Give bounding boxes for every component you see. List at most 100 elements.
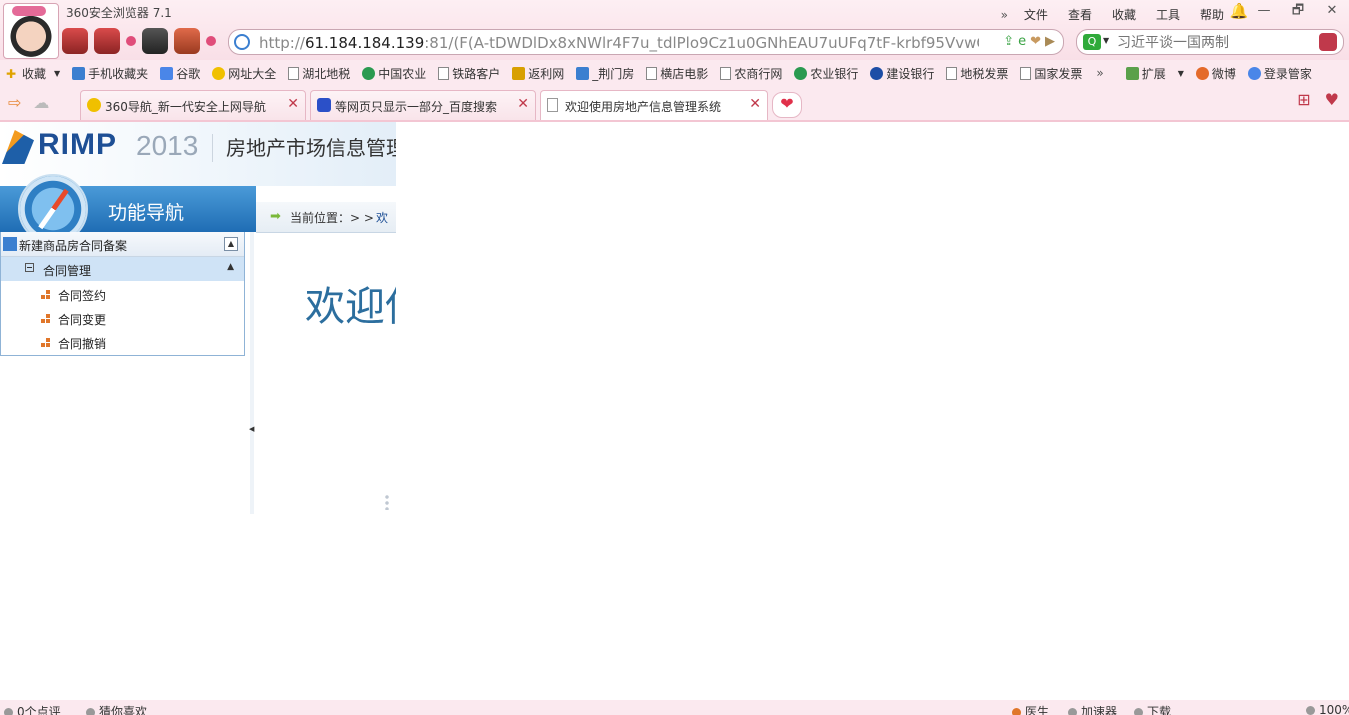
google-icon [160,66,174,80]
add-bookmark-icon[interactable]: ⊞ [1297,90,1310,109]
sidebar-item-contract-management[interactable]: 合同管理 ▲ [1,257,244,281]
fav-ccb[interactable]: 建设银行 [864,65,940,82]
chevron-down-icon: ▼ [54,68,61,78]
fav-rural-bank[interactable]: 农商行网 [714,65,788,82]
breadcrumb-label: 当前位置：> > [290,211,374,225]
chevron-down-icon: ▼ [1177,68,1184,78]
ccb-icon [870,66,884,80]
menu-view[interactable]: 查看 [1058,6,1102,23]
url-text[interactable]: http://61.184.184.139:81/(F(A-tDWDlDx8xN… [259,34,979,52]
minus-box-icon[interactable] [25,263,34,272]
collapse-arrow-icon[interactable]: ▲ [227,262,234,272]
undo-close-icon[interactable]: ♥ [1325,90,1339,109]
tab-close-icon[interactable]: ✕ [517,96,529,112]
fav-360-nav[interactable]: 网址大全 [206,65,282,82]
fav-national-invoice[interactable]: 国家发票 [1014,65,1088,82]
forward-arrow-icon[interactable]: ⇨ [8,93,21,112]
fav-mobile[interactable]: 手机收藏夹 [66,65,154,82]
tab-bar: ⇨ ☁ 360导航_新一代安全上网导航 ✕ 等网页只显示一部分_百度搜索 ✕ 欢… [0,86,1349,122]
restore-button[interactable]: 🗗 [1281,0,1315,24]
tab-360-nav[interactable]: 360导航_新一代安全上网导航 ✕ [80,90,306,120]
address-bar[interactable]: http://61.184.184.139:81/(F(A-tDWDlDx8xN… [228,29,1064,55]
page-icon [438,66,450,80]
weibo-icon [1195,66,1209,80]
sidebar-group-label: 新建商品房合同备案 [19,239,128,253]
browser-menu: » 文件 查看 收藏 工具 帮助 [995,6,1234,23]
movie-icon [142,28,168,54]
engine-dropdown-icon[interactable]: ▼ [1103,36,1109,45]
favorite-heart-icon[interactable]: ❤ [1030,34,1041,49]
user-avatar[interactable] [3,3,59,59]
sidebar-item-contract-cancel[interactable]: 合同撤销 [1,330,244,354]
accelerator-button[interactable]: 加速器 [1068,703,1117,715]
star-add-icon: ✚ [6,66,17,81]
fav-google[interactable]: 谷歌 [154,65,206,82]
doctor-icon [1012,708,1021,715]
download-button[interactable]: 下载 [1134,703,1171,715]
go-arrow-icon[interactable]: ▶ [1045,34,1055,49]
search-engine-icon[interactable]: Q [1083,34,1101,50]
login-manager-button[interactable]: 登录管家 [1242,65,1318,82]
360-icon [87,98,101,112]
fav-hengdian[interactable]: 横店电影 [640,65,714,82]
fav-local-tax-invoice[interactable]: 地税发票 [940,65,1014,82]
cloud-icon[interactable]: ☁ [33,93,49,112]
search-button-icon[interactable] [1319,33,1337,51]
minimize-button[interactable]: — [1247,0,1281,24]
logo-text: RIMP [38,128,117,161]
sidebar-sub-label: 合同管理 [43,264,92,278]
tab-baidu-search[interactable]: 等网页只显示一部分_百度搜索 ✕ [310,90,536,120]
collapse-toggle-icon[interactable]: ▲ [224,237,238,251]
new-tab-heart-button[interactable]: ❤ [772,92,802,118]
close-button[interactable]: ✕ [1315,0,1349,24]
bell-icon[interactable]: 🔔 [1229,2,1249,22]
circle-icon [86,708,95,715]
doctor-button[interactable]: 医生 [1012,703,1049,715]
tab-close-icon[interactable]: ✕ [287,96,299,112]
tab-close-icon[interactable]: ✕ [749,96,761,112]
abc-icon [362,66,376,80]
search-input[interactable] [1115,33,1309,53]
page-icon [646,66,658,80]
browser-title-bar: 360安全浏览器 7.1 » 文件 查看 收藏 工具 帮助 🔔 — 🗗 ✕ ht… [0,0,1349,60]
ie-mode-icon[interactable]: e [1018,34,1026,49]
weibo-button[interactable]: 微博 [1190,65,1242,82]
zoom-level[interactable]: 100% [1306,703,1349,715]
sidebar-item-contract-signing[interactable]: 合同签约 [1,282,244,306]
site-frame: RIMP 2013 房地产市场信息管理系统 功能导航 ➡ 当前位置：> > 欢 … [0,122,396,514]
sidebar-group-contract-filing[interactable]: 新建商品房合同备案 ▲ [1,232,244,257]
comment-icon [4,708,13,715]
nav-title: 功能导航 [108,202,185,224]
guess-you-like[interactable]: 猜你喜欢 [86,703,147,715]
fav-china-agri[interactable]: 中国农业 [356,65,432,82]
menu-favorites[interactable]: 收藏 [1102,6,1146,23]
sidebar-menu: 新建商品房合同备案 ▲ 合同管理 ▲ 合同签约 合同变更 合同撤销 [0,232,245,356]
status-bar: 0个点评 猜你喜欢 医生 加速器 下载 100% [0,700,1349,715]
rocking-horse-icon [94,28,120,54]
fav-jingmen-house[interactable]: _荆门房 [570,65,640,82]
menu-more-chevron[interactable]: » [995,8,1014,22]
arrow-right-icon: ➡ [270,209,281,224]
baidu-paw-icon [317,98,331,112]
menu-file[interactable]: 文件 [1014,6,1058,23]
share-icon[interactable]: ⇪ [1003,34,1014,49]
sidebar-splitter[interactable] [250,232,254,514]
tab-real-estate[interactable]: 欢迎使用房地产信息管理系统 ✕ [540,90,768,120]
fav-abc-bank[interactable]: 农业银行 [788,65,864,82]
fav-hubei-tax[interactable]: 湖北地税 [282,65,356,82]
key-icon [1247,66,1261,80]
page-icon [946,66,958,80]
fav-fanli[interactable]: 返利网 [506,65,570,82]
avatar-bow [12,6,46,16]
menu-tools[interactable]: 工具 [1146,6,1190,23]
fav-railway[interactable]: 铁路客户 [432,65,506,82]
browser-title: 360安全浏览器 7.1 [66,6,172,20]
favorites-more-chevron[interactable]: » [1088,66,1111,80]
resize-grip-icon [384,494,390,510]
extensions-menu[interactable]: 扩展 ▼ [1120,65,1190,82]
collapse-left-icon[interactable]: ◀ [249,425,254,433]
comments-count[interactable]: 0个点评 [4,703,61,715]
favorites-menu[interactable]: ✚ 收藏 ▼ [0,65,66,82]
sidebar-item-contract-change[interactable]: 合同变更 [1,306,244,330]
menu-help[interactable]: 帮助 [1190,6,1234,23]
